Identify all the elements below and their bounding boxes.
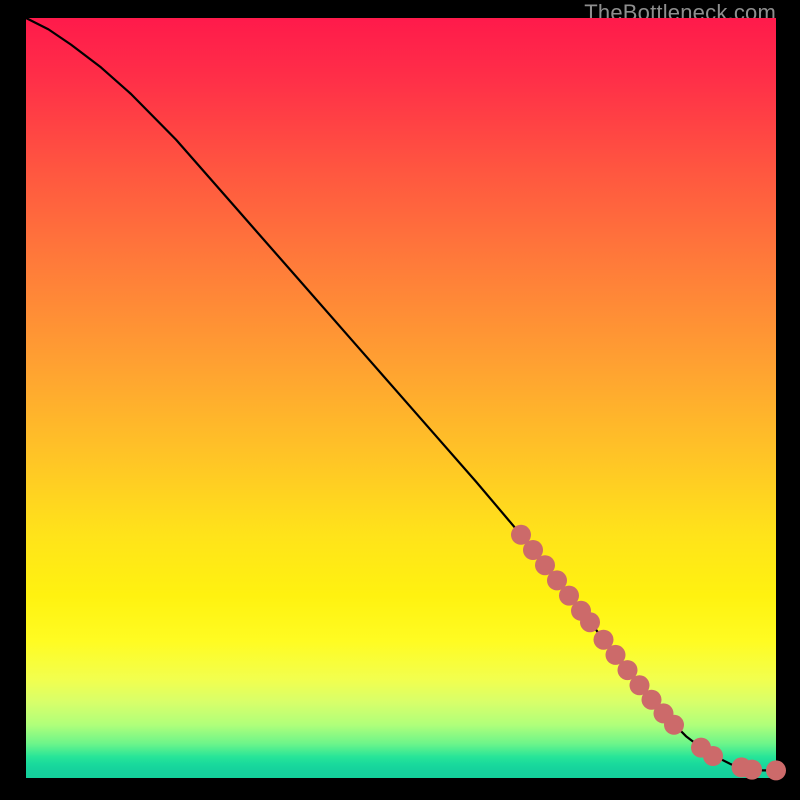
data-points: [511, 525, 786, 781]
plot-area: [26, 18, 776, 778]
curve-line: [26, 18, 776, 770]
data-point: [766, 760, 786, 780]
data-point: [664, 715, 684, 735]
data-point: [742, 760, 762, 780]
chart-stage: TheBottleneck.com: [0, 0, 800, 800]
data-point: [703, 746, 723, 766]
data-point: [580, 612, 600, 632]
chart-svg: [26, 18, 776, 778]
